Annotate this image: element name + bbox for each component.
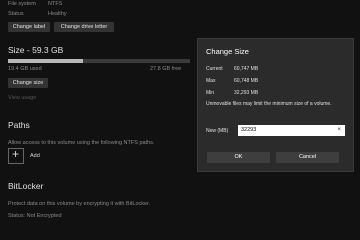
paths-title: Paths: [8, 120, 30, 130]
size-title: Size - 59.3 GB: [8, 45, 64, 55]
used-space: 19.4 GB used: [8, 66, 42, 72]
current-label: Current: [206, 66, 223, 72]
max-value: 60,748 MB: [234, 78, 259, 84]
change-size-dialog: Change Size Current 60,747 MB Max 60,748…: [197, 38, 354, 172]
min-label: Min: [206, 90, 215, 96]
filesystem-value: NTFS: [48, 1, 63, 7]
filesystem-label: File system: [8, 1, 36, 7]
bitlocker-description: Protect data on this volume by encryptin…: [8, 201, 151, 207]
paths-description: Allow access to this volume using the fo…: [8, 140, 155, 146]
change-label-button[interactable]: Change label: [8, 22, 50, 32]
add-path-label[interactable]: Add: [30, 153, 40, 159]
plus-icon: +: [12, 147, 20, 161]
new-size-input[interactable]: 32293 ×: [238, 125, 345, 136]
current-value: 60,747 MB: [234, 66, 259, 72]
max-label: Max: [206, 78, 216, 84]
change-drive-letter-button[interactable]: Change drive letter: [54, 22, 114, 32]
status-label: Status: [8, 11, 24, 17]
ok-button[interactable]: OK: [207, 152, 270, 163]
change-size-button[interactable]: Change size: [8, 78, 48, 88]
clear-icon[interactable]: ×: [337, 126, 341, 133]
min-value: 32,293 MB: [234, 90, 259, 96]
new-size-label: New (MB): [206, 128, 229, 134]
free-space: 27.8 GB free: [150, 66, 182, 72]
view-usage-link[interactable]: View usage: [8, 95, 36, 101]
add-path-button[interactable]: +: [8, 147, 24, 164]
cancel-button[interactable]: Cancel: [276, 152, 339, 163]
dialog-note: Unmovable files may limit the minimum si…: [206, 101, 332, 107]
new-size-value: 32293: [241, 127, 257, 133]
dialog-title: Change Size: [206, 47, 249, 56]
bitlocker-title: BitLocker: [8, 181, 44, 191]
usage-bar: [8, 59, 190, 63]
usage-bar-fill: [8, 59, 83, 63]
bitlocker-status: Status: Not Encrypted: [8, 213, 62, 219]
status-value: Healthy: [48, 11, 67, 17]
